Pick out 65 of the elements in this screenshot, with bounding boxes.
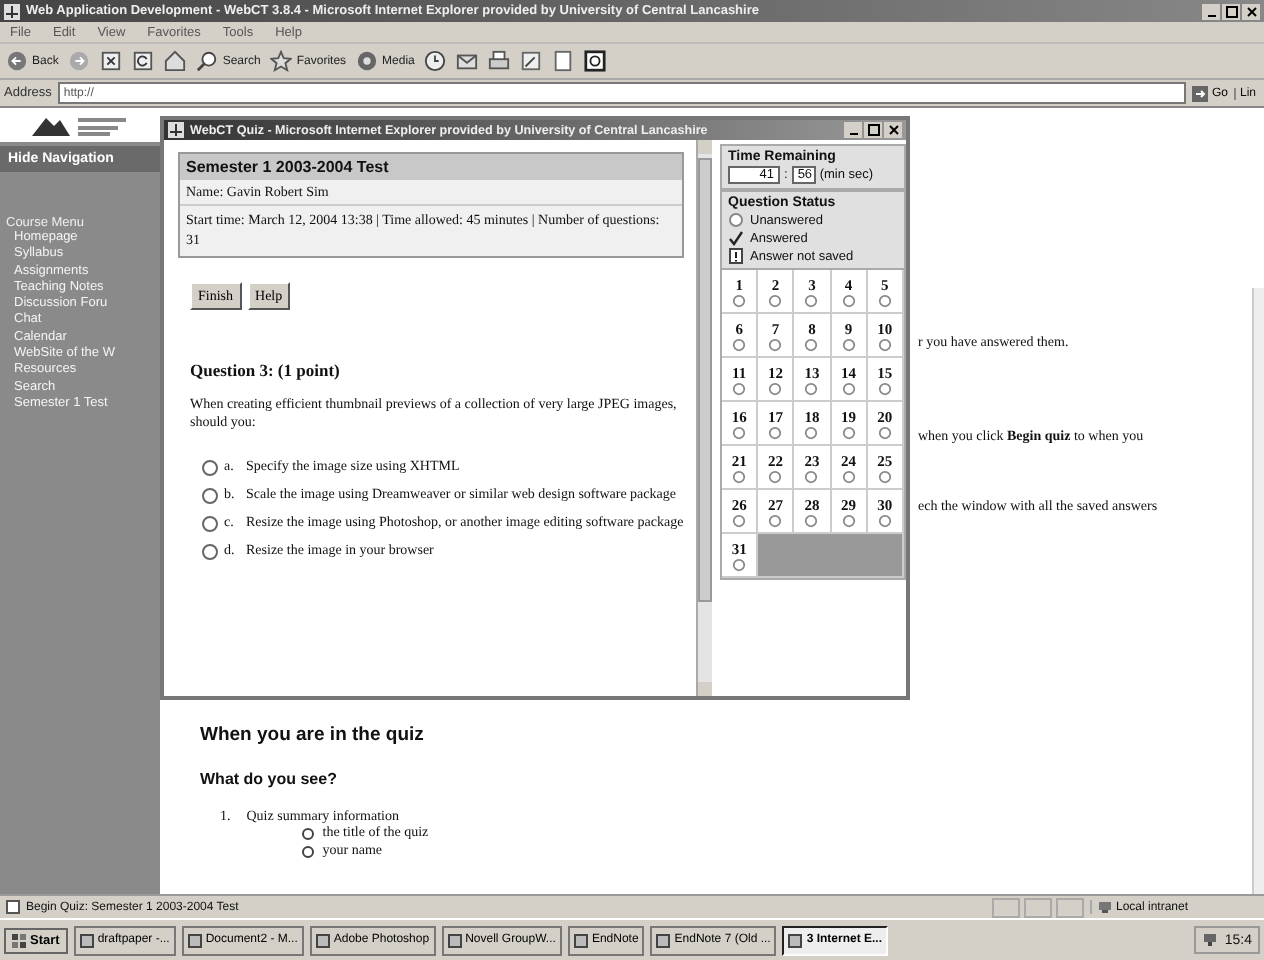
browser-icon: [4, 3, 20, 19]
history-button[interactable]: [424, 50, 447, 72]
forward-icon: [68, 50, 91, 72]
refresh-button[interactable]: [132, 50, 155, 72]
maximize-icon: [1225, 5, 1237, 17]
edit-button[interactable]: [520, 50, 543, 72]
minimize-button[interactable]: [844, 122, 862, 138]
radio-button[interactable]: [202, 516, 218, 532]
media-icon: [356, 50, 379, 72]
scroll-thumb[interactable]: [698, 158, 712, 602]
status-pane: [1056, 897, 1084, 917]
window-icon: [187, 933, 202, 947]
scrollbar[interactable]: [1252, 288, 1264, 894]
maximize-button[interactable]: [864, 122, 882, 138]
unanswered-icon: [728, 212, 744, 228]
browser-icon: [168, 122, 184, 138]
history-icon: [424, 50, 447, 72]
page-icon: [552, 50, 575, 72]
back-icon: [6, 50, 28, 72]
favorites-icon: [270, 50, 293, 72]
radio-button[interactable]: [202, 544, 218, 560]
scrollbar[interactable]: [696, 140, 712, 696]
close-icon: [1245, 5, 1257, 17]
status-pane: [992, 897, 1020, 917]
minimize-button[interactable]: [1202, 3, 1220, 19]
window-icon: [79, 933, 94, 947]
stop-button[interactable]: [100, 50, 123, 72]
page-button[interactable]: [552, 50, 575, 72]
bullet-icon: [302, 846, 315, 858]
edit-icon: [520, 50, 543, 72]
messenger-icon: [584, 50, 607, 72]
window-icon: [573, 933, 588, 947]
bullet-icon: [302, 828, 315, 840]
mail-button[interactable]: [456, 50, 479, 72]
refresh-icon: [132, 50, 155, 72]
radio-button[interactable]: [202, 460, 218, 476]
close-icon: [887, 124, 899, 136]
quiz-title: Semester 1 2003-2004 Test: [180, 154, 682, 180]
maximize-icon: [867, 124, 879, 136]
window-icon: [656, 933, 671, 947]
print-button[interactable]: [488, 50, 511, 72]
window-icon: [447, 933, 462, 947]
start-icon: [12, 933, 26, 947]
print-icon: [488, 50, 511, 72]
window-icon: [315, 933, 330, 947]
home-icon: [164, 50, 187, 72]
network-icon[interactable]: [1202, 932, 1219, 948]
radio-button[interactable]: [202, 488, 218, 504]
window-icon: [788, 933, 803, 947]
intranet-icon: [1098, 900, 1112, 914]
stop-icon: [100, 50, 123, 72]
mail-icon: [456, 50, 479, 72]
question-title: Question 3: (1 point): [190, 360, 342, 380]
search-icon: [196, 50, 219, 72]
arrow-icon: [1191, 85, 1208, 101]
maximize-button[interactable]: [1222, 3, 1240, 19]
close-button[interactable]: [884, 122, 902, 138]
answered-icon: [728, 230, 744, 246]
close-button[interactable]: [1242, 3, 1260, 19]
page-icon: [6, 900, 20, 914]
section-subheading: What do you see?: [200, 770, 339, 788]
status-pane: [1024, 897, 1052, 917]
section-heading: When you are in the quiz: [200, 724, 426, 746]
messenger-button[interactable]: [584, 50, 607, 72]
home-button[interactable]: [164, 50, 187, 72]
